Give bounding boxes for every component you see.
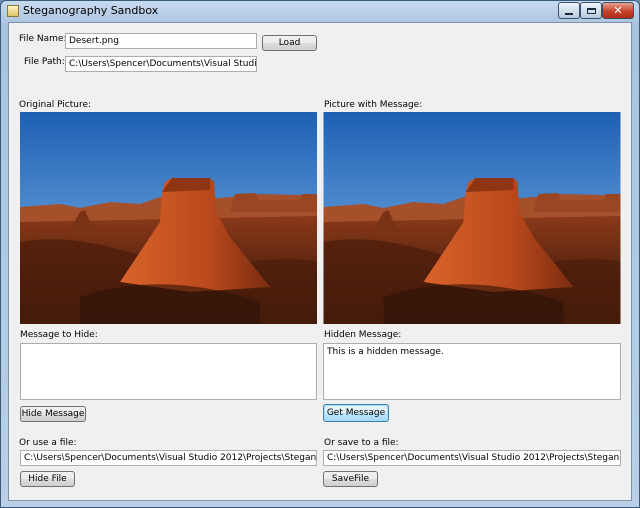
original-picture-label: Original Picture: xyxy=(19,100,92,110)
app-window: Steganography Sandbox ✕ File Name: Deser… xyxy=(0,0,640,508)
get-message-button[interactable]: Get Message xyxy=(323,404,389,422)
save-to-file-label: Or save to a file: xyxy=(324,438,399,448)
minimize-icon xyxy=(565,12,573,15)
close-icon: ✕ xyxy=(613,4,623,17)
hide-file-button[interactable]: Hide File xyxy=(20,471,75,487)
original-picture xyxy=(20,112,317,324)
message-to-hide-label: Message to Hide: xyxy=(20,330,98,340)
save-file-path-field[interactable]: C:\Users\Spencer\Documents\Visual Studio… xyxy=(323,450,621,466)
original-picture-image xyxy=(20,112,317,324)
title-bar[interactable]: Steganography Sandbox ✕ xyxy=(1,1,639,21)
save-file-button[interactable]: SaveFile xyxy=(323,471,378,487)
picture-with-message xyxy=(323,112,621,324)
maximize-icon xyxy=(586,7,596,14)
minimize-button[interactable] xyxy=(558,2,580,19)
app-icon xyxy=(7,5,19,17)
file-name-label: File Name: xyxy=(19,34,67,44)
maximize-button[interactable] xyxy=(580,2,602,19)
file-path-label: File Path: xyxy=(24,57,65,67)
hidden-message-label: Hidden Message: xyxy=(324,330,402,340)
file-name-field[interactable]: Desert.png xyxy=(65,33,257,49)
hidden-message-output[interactable]: This is a hidden message. xyxy=(323,343,621,400)
message-to-hide-input[interactable] xyxy=(20,343,317,400)
file-path-field[interactable]: C:\Users\Spencer\Documents\Visual Studio… xyxy=(65,56,257,72)
picture-with-message-label: Picture with Message: xyxy=(324,100,423,110)
close-button[interactable]: ✕ xyxy=(602,2,634,19)
form-client-area: File Name: Desert.png Load File Path: C:… xyxy=(8,22,632,501)
load-button[interactable]: Load xyxy=(262,35,317,51)
use-file-label: Or use a file: xyxy=(19,438,77,448)
hide-file-path-field[interactable]: C:\Users\Spencer\Documents\Visual Studio… xyxy=(20,450,317,466)
window-title: Steganography Sandbox xyxy=(23,4,159,17)
hide-message-button[interactable]: Hide Message xyxy=(20,406,86,422)
picture-with-message-image xyxy=(323,112,621,324)
